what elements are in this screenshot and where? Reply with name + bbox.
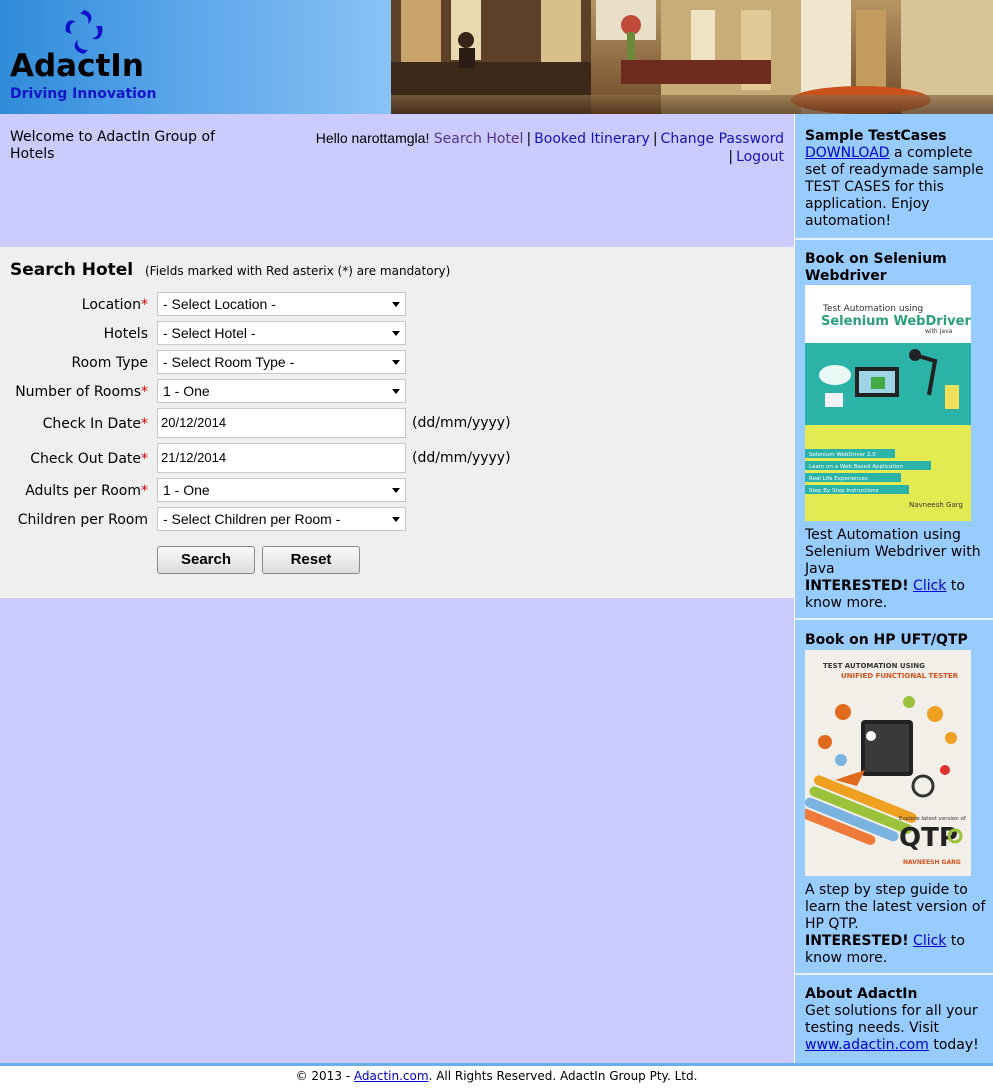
about-adactin-box: About AdactIn Get solutions for all your… [795,986,993,1054]
welcome-text: Welcome to AdactIn Group of Hotels [10,129,215,162]
qtp-cover-line2: UNIFIED FUNCTIONAL TESTER [841,672,959,680]
check-out-date-format-hint: (dd/mm/yyyy) [412,450,511,466]
search-hotel-form: Search Hotel (Fields marked with Red ast… [0,247,794,598]
qtp-book-click-link[interactable]: Click [913,933,946,949]
dropdown-arrow-icon [392,302,400,307]
brand-name: AdactIn [10,48,144,84]
about-adactin-title: About AdactIn [805,986,918,1002]
check-in-date-format-hint: (dd/mm/yyyy) [412,415,511,431]
hotels-row: Hotels - Select Hotel - [0,321,560,347]
selenium-book-click-link[interactable]: Click [913,578,946,594]
required-asterisk: * [141,451,148,467]
download-testcases-link[interactable]: DOWNLOAD [805,145,890,161]
adults-label: Adults per Room* [25,483,148,499]
brand-tagline: Driving Innovation [10,86,157,102]
check-in-date-input[interactable]: 20/12/2014 [157,408,406,438]
check-in-label: Check In Date* [42,416,148,432]
selenium-cover-line1: Test Automation using [822,304,923,314]
selenium-cover-bullet-2: Learn on a Web Based Application [809,464,903,470]
hotels-label: Hotels [103,326,148,342]
check-in-row: Check In Date* 20/12/2014 (dd/mm/yyyy) [0,408,560,440]
sample-testcases-title: Sample TestCases [805,128,947,144]
greeting-text: Hello narottamgla! [315,130,430,146]
selenium-book-cover-image[interactable]: Test Automation using Selenium WebDriver… [805,285,971,521]
form-mandatory-note: (Fields marked with Red asterix (*) are … [145,264,451,278]
header: AdactIn Driving Innovation [0,0,993,114]
footer-copyright-suffix: . All Rights Reserved. AdactIn Group Pty… [428,1069,698,1083]
right-sidebar: Sample TestCases DOWNLOAD a complete set… [794,114,993,1063]
required-asterisk: * [141,297,148,313]
adactin-website-link[interactable]: www.adactin.com [805,1037,929,1053]
top-navigation: Hello narottamgla! Search Hotel | Booked I… [284,129,784,166]
required-asterisk: * [141,483,148,499]
room-type-select[interactable]: - Select Room Type - [157,350,406,374]
selenium-book-title: Book on Selenium Webdriver [805,251,947,284]
reset-button[interactable]: Reset [262,546,360,574]
selenium-cover-line2: Selenium WebDriver [821,314,971,329]
footer-copyright-prefix: © 2013 - [295,1069,354,1083]
selenium-cover-line3: with Java [925,328,953,335]
booked-itinerary-link[interactable]: Booked Itinerary [534,131,650,147]
nav-separator: | [652,131,658,147]
location-select[interactable]: - Select Location - [157,292,406,316]
adults-per-room-select[interactable]: 1 - One [157,478,406,502]
required-asterisk: * [141,384,148,400]
search-hotel-link[interactable]: Search Hotel [434,131,524,147]
number-of-rooms-row: Number of Rooms* 1 - One [0,379,560,405]
main-content: Welcome to AdactIn Group of Hotels Hello… [0,114,794,1063]
qtp-book-title: Book on HP UFT/QTP [805,632,968,648]
selenium-cover-bullet-1: Selenium WebDriver 2.0 [809,452,876,458]
number-of-rooms-label: Number of Rooms* [15,384,148,400]
sidebar-divider [795,618,993,620]
dropdown-arrow-icon [392,389,400,394]
location-label: Location* [81,297,148,313]
qtp-book-box: Book on HP UFT/QTP TEST AUTOMATION USING… [795,632,993,967]
sidebar-divider [795,238,993,240]
location-row: Location* - Select Location - [0,292,560,318]
number-of-rooms-select[interactable]: 1 - One [157,379,406,403]
qtp-book-description: A step by step guide to learn the latest… [805,882,986,932]
dropdown-arrow-icon [392,331,400,336]
children-per-room-select[interactable]: - Select Children per Room - [157,507,406,531]
selenium-cover-bullet-4: Step By Step Instructions [809,488,879,494]
dropdown-arrow-icon [392,488,400,493]
qtp-cover-line1: TEST AUTOMATION USING [823,662,925,670]
about-adactin-text: Get solutions for all your testing needs… [805,1003,978,1036]
hotel-lobby-banner [391,0,993,114]
selenium-interested-text: INTERESTED! [805,578,909,594]
logout-link[interactable]: Logout [736,149,784,165]
sidebar-divider [795,973,993,975]
footer-adactin-link[interactable]: Adactin.com [354,1069,429,1083]
qtp-book-cover-image[interactable]: TEST AUTOMATION USING UNIFIED FUNCTIONAL… [805,650,971,876]
check-out-row: Check Out Date* 21/12/2014 (dd/mm/yyyy) [0,443,560,475]
hotels-select[interactable]: - Select Hotel - [157,321,406,345]
nav-separator: | [728,149,734,165]
check-out-date-input[interactable]: 21/12/2014 [157,443,406,473]
about-adactin-after-text: today! [928,1037,979,1053]
selenium-book-description: Test Automation using Selenium Webdriver… [805,527,981,577]
form-title: Search Hotel [10,260,134,280]
footer-divider [0,1063,993,1066]
dropdown-arrow-icon [392,517,400,522]
children-row: Children per Room - Select Children per … [0,507,560,533]
children-label: Children per Room [17,512,148,528]
dropdown-arrow-icon [392,360,400,365]
selenium-cover-author: Navneesh Garg [909,501,963,509]
footer: © 2013 - Adactin.com. All Rights Reserve… [0,1069,993,1083]
adults-row: Adults per Room* 1 - One [0,478,560,504]
required-asterisk: * [141,416,148,432]
search-button[interactable]: Search [157,546,255,574]
qtp-interested-text: INTERESTED! [805,933,909,949]
selenium-cover-bullet-3: Real Life Experiences [809,476,868,482]
room-type-label: Room Type [71,355,148,371]
selenium-book-box: Book on Selenium Webdriver Test Automati… [795,251,993,612]
logo-panel: AdactIn Driving Innovation [0,0,391,114]
nav-separator: | [526,131,532,147]
room-type-row: Room Type - Select Room Type - [0,350,560,376]
check-out-label: Check Out Date* [30,451,148,467]
change-password-link[interactable]: Change Password [661,131,784,147]
sample-testcases-box: Sample TestCases DOWNLOAD a complete set… [795,128,993,230]
qtp-cover-author: NAVNEESH GARG [903,859,961,866]
qtp-cover-tagline: Explore latest version of [899,816,967,822]
